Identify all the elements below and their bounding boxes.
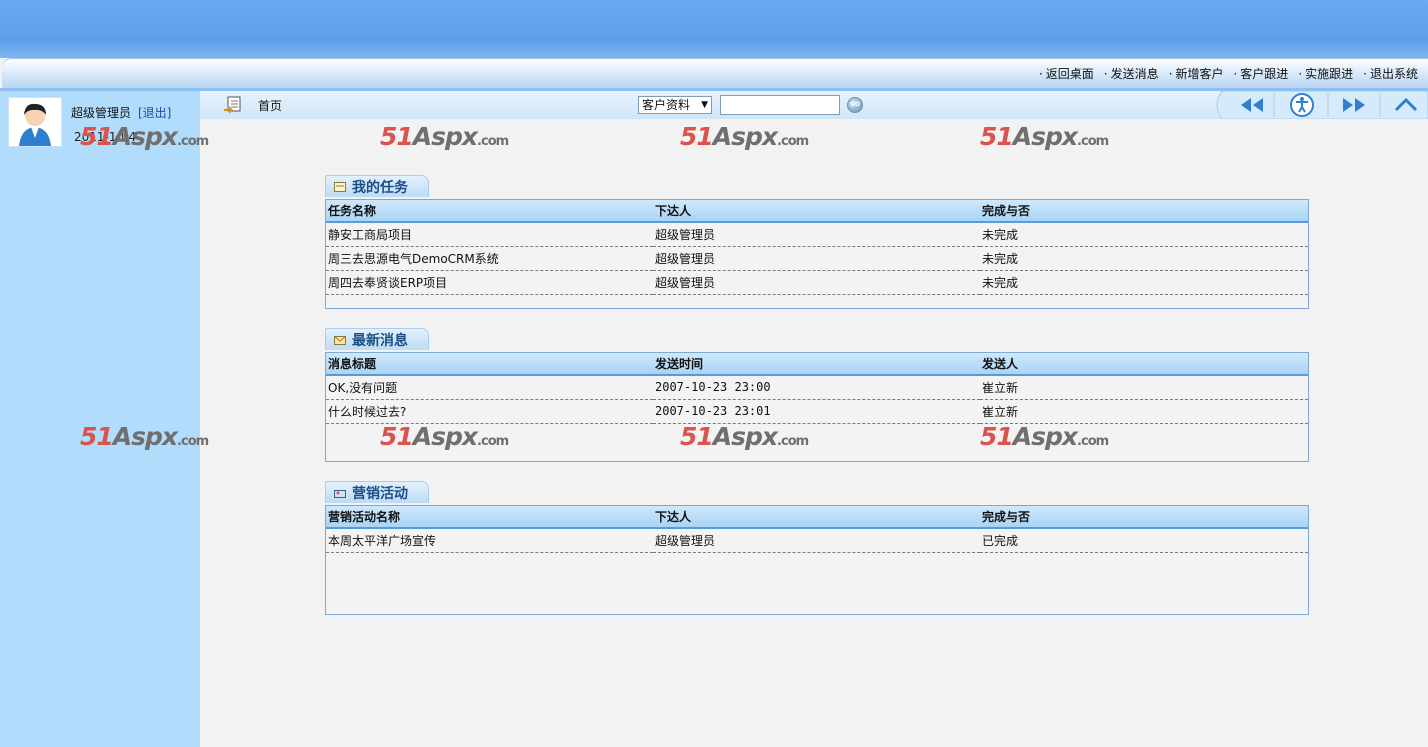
nav-back-desktop[interactable]: 返回桌面 — [1039, 65, 1094, 82]
table-row[interactable]: 周三去思源电气DemoCRM系统 超级管理员 未完成 — [326, 246, 1308, 271]
user-name: 超级管理员 — [71, 106, 132, 120]
column-header: 发送人 — [980, 353, 1308, 376]
message-title[interactable]: OK,没有问题 — [326, 375, 653, 400]
forward-button[interactable] — [1334, 91, 1374, 119]
message-icon — [334, 335, 346, 345]
campaign-assigner: 超级管理员 — [653, 528, 980, 553]
nav-implement-followup[interactable]: 实施跟进 — [1298, 65, 1353, 82]
top-navigation: 返回桌面 发送消息 新增客户 客户跟进 实施跟进 退出系统 — [2, 58, 1428, 88]
column-header: 完成与否 — [980, 200, 1308, 223]
go-button[interactable]: GO — [847, 97, 863, 113]
task-assigner: 超级管理员 — [653, 270, 980, 295]
watermark-logo: 51Aspx.com — [80, 122, 209, 151]
table-header-row: 消息标题 发送时间 发送人 — [326, 353, 1308, 376]
campaigns-title: 营销活动 — [352, 485, 408, 502]
task-icon — [334, 181, 346, 192]
nav-exit-system[interactable]: 退出系统 — [1363, 65, 1418, 82]
search-category-value: 客户资料 — [642, 98, 691, 112]
sidebar: 超级管理员 [退出] 2011-10-4 — [0, 91, 200, 747]
campaign-icon — [334, 489, 346, 498]
nav-customer-followup[interactable]: 客户跟进 — [1233, 65, 1288, 82]
table-row[interactable]: 本周太平洋广场宣传 超级管理员 已完成 — [326, 528, 1308, 553]
message-sender: 崔立新 — [980, 375, 1308, 400]
breadcrumb-home[interactable]: 首页 — [258, 97, 282, 114]
task-assigner: 超级管理员 — [653, 222, 980, 247]
column-header: 下达人 — [653, 506, 980, 529]
task-status: 未完成 — [980, 270, 1308, 295]
accessibility-icon — [1290, 93, 1314, 117]
column-header: 下达人 — [653, 200, 980, 223]
column-header: 完成与否 — [980, 506, 1308, 529]
task-name[interactable]: 静安工商局项目 — [326, 222, 653, 247]
task-assigner: 超级管理员 — [653, 246, 980, 271]
campaign-status: 已完成 — [980, 528, 1308, 553]
avatar — [8, 97, 62, 147]
message-title[interactable]: 什么时候过去? — [326, 399, 653, 424]
dropdown-arrow-icon: ▼ — [701, 100, 708, 110]
search-category-select[interactable]: 客户资料 ▼ — [638, 96, 712, 114]
double-right-arrow-icon — [1343, 98, 1365, 112]
back-button[interactable] — [1232, 91, 1272, 119]
table-header-row: 营销活动名称 下达人 完成与否 — [326, 506, 1308, 529]
column-header: 消息标题 — [326, 353, 653, 376]
accessibility-button[interactable] — [1282, 91, 1322, 119]
table-row[interactable]: OK,没有问题 2007-10-23 23:00 崔立新 — [326, 375, 1308, 400]
tasks-section-tab: 我的任务 — [325, 175, 429, 197]
campaign-name[interactable]: 本周太平洋广场宣传 — [326, 528, 653, 553]
watermark-logo: 51Aspx.com — [980, 122, 1109, 151]
column-header: 任务名称 — [326, 200, 653, 223]
task-name[interactable]: 周四去奉贤谈ERP项目 — [326, 270, 653, 295]
table-header-row: 任务名称 下达人 完成与否 — [326, 200, 1308, 223]
header-banner — [0, 0, 1428, 58]
messages-title: 最新消息 — [352, 332, 408, 349]
table-row[interactable]: 什么时候过去? 2007-10-23 23:01 崔立新 — [326, 399, 1308, 424]
search-input[interactable] — [720, 95, 840, 115]
messages-table: 消息标题 发送时间 发送人 OK,没有问题 2007-10-23 23:00 崔… — [326, 353, 1308, 424]
table-row[interactable]: 周四去奉贤谈ERP项目 超级管理员 未完成 — [326, 270, 1308, 295]
campaigns-panel: 营销活动名称 下达人 完成与否 本周太平洋广场宣传 超级管理员 已完成 — [325, 505, 1309, 615]
tasks-table: 任务名称 下达人 完成与否 静安工商局项目 超级管理员 未完成 周三去思源电气D… — [326, 200, 1308, 295]
task-status: 未完成 — [980, 222, 1308, 247]
message-time: 2007-10-23 23:01 — [653, 399, 980, 424]
tasks-panel: 任务名称 下达人 完成与否 静安工商局项目 超级管理员 未完成 周三去思源电气D… — [325, 199, 1309, 309]
watermark-logo: 51Aspx.com — [680, 122, 809, 151]
watermark-logo: 51Aspx.com — [680, 422, 809, 451]
nav-send-message[interactable]: 发送消息 — [1104, 65, 1159, 82]
toolbar: 首页 客户资料 ▼ GO — [200, 91, 1428, 119]
watermark-logo: 51Aspx.com — [380, 122, 509, 151]
table-row[interactable]: 静安工商局项目 超级管理员 未完成 — [326, 222, 1308, 247]
message-time: 2007-10-23 23:00 — [653, 375, 980, 400]
campaigns-table: 营销活动名称 下达人 完成与否 本周太平洋广场宣传 超级管理员 已完成 — [326, 506, 1308, 553]
logout-link[interactable]: [退出] — [138, 104, 171, 121]
home-icon[interactable] — [223, 95, 243, 115]
task-status: 未完成 — [980, 246, 1308, 271]
double-left-arrow-icon — [1241, 98, 1263, 112]
scroll-top-button[interactable] — [1386, 91, 1426, 119]
up-arrow-icon — [1394, 97, 1418, 112]
user-avatar-icon — [19, 103, 51, 146]
watermark-logo: 51Aspx.com — [980, 422, 1109, 451]
column-header: 营销活动名称 — [326, 506, 653, 529]
campaigns-section-tab: 营销活动 — [325, 481, 429, 503]
messages-section-tab: 最新消息 — [325, 328, 429, 350]
watermark-logo: 51Aspx.com — [80, 422, 209, 451]
watermark-logo: 51Aspx.com — [380, 422, 509, 451]
message-sender: 崔立新 — [980, 399, 1308, 424]
nav-add-customer[interactable]: 新增客户 — [1169, 65, 1223, 82]
tasks-title: 我的任务 — [352, 179, 408, 196]
task-name[interactable]: 周三去思源电气DemoCRM系统 — [326, 246, 653, 271]
column-header: 发送时间 — [653, 353, 980, 376]
page-nav-buttons — [1212, 91, 1428, 119]
